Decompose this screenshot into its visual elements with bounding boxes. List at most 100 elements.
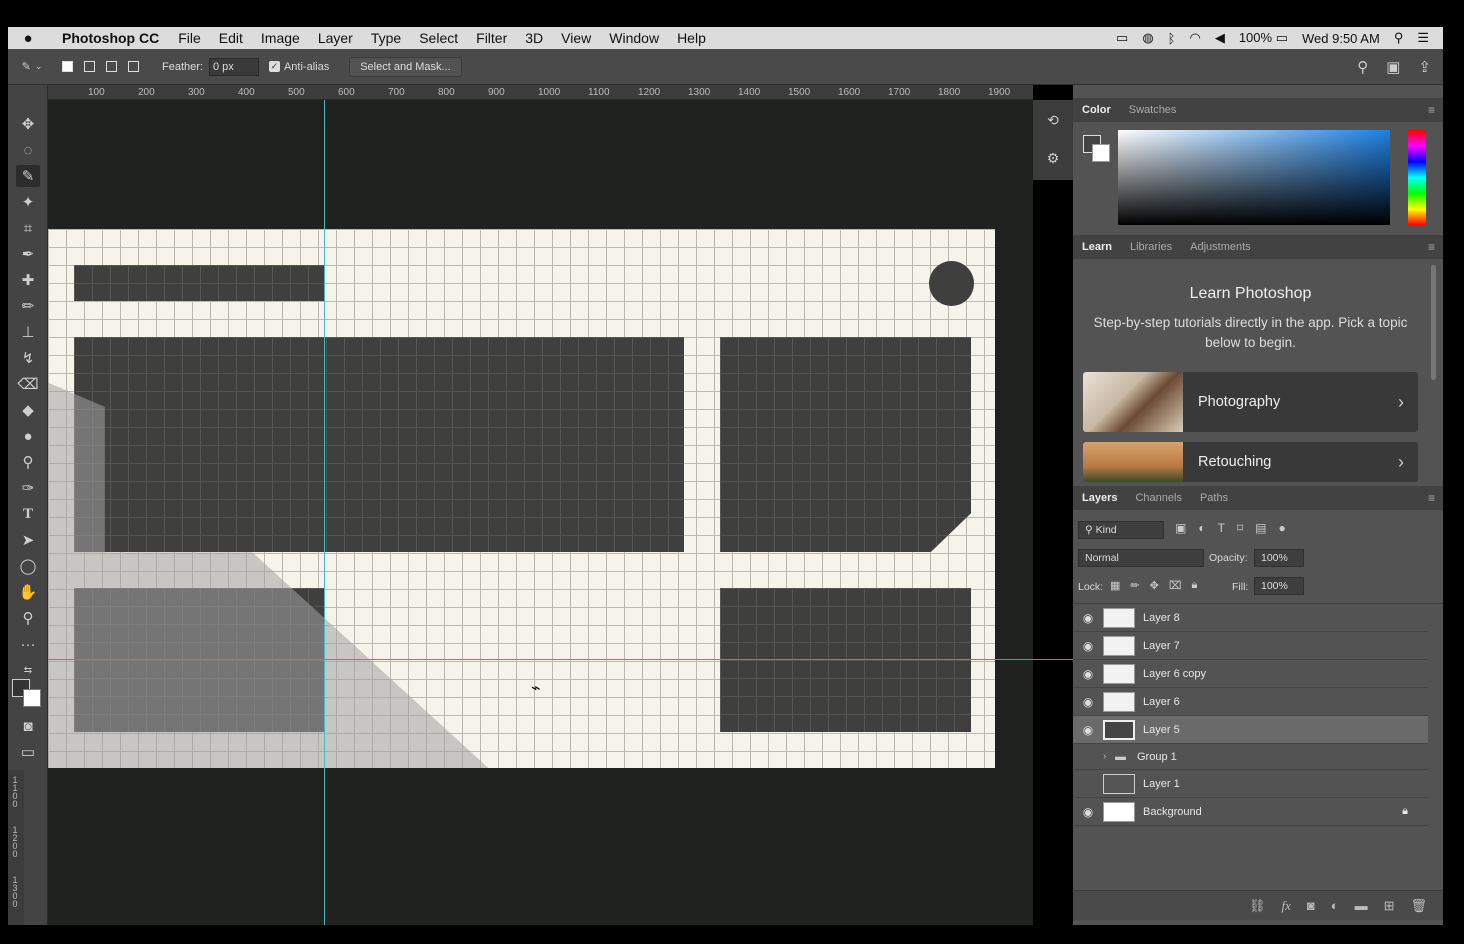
- adjustment-filter-icon[interactable]: ◐: [1198, 521, 1205, 535]
- color-picker-field[interactable]: [1118, 130, 1390, 225]
- panel-menu-icon[interactable]: ≡: [1428, 491, 1443, 505]
- document-canvas[interactable]: [48, 229, 995, 768]
- quick-mask-icon[interactable]: ◙: [16, 715, 40, 737]
- type-filter-icon[interactable]: T: [1218, 521, 1225, 535]
- layer-row[interactable]: ◉ Layer 8: [1073, 604, 1428, 632]
- marquee-tool-icon[interactable]: ◌: [16, 139, 40, 161]
- history-brush-tool-icon[interactable]: ↯: [16, 347, 40, 369]
- eye-icon[interactable]: ◉: [1073, 723, 1103, 737]
- workspace-icon[interactable]: ▣: [1386, 58, 1400, 76]
- lock-position-icon[interactable]: ✥: [1150, 579, 1159, 592]
- spotlight-search-icon[interactable]: ⚲: [1394, 30, 1404, 46]
- pixel-filter-icon[interactable]: ▣: [1175, 521, 1186, 535]
- menu-type[interactable]: Type: [362, 30, 410, 46]
- anti-alias-checkbox[interactable]: ✓ Anti-alias: [268, 61, 329, 73]
- lock-artboard-icon[interactable]: ⌧: [1169, 579, 1182, 592]
- fill-input[interactable]: 100%: [1254, 577, 1304, 595]
- menu-layer[interactable]: Layer: [309, 30, 362, 46]
- healing-brush-tool-icon[interactable]: ✚: [16, 269, 40, 291]
- path-selection-tool-icon[interactable]: ➤: [16, 529, 40, 551]
- smart-object-filter-icon[interactable]: ▤: [1255, 521, 1266, 535]
- menu-filter[interactable]: Filter: [467, 30, 516, 46]
- airplay-icon[interactable]: ▭: [1116, 30, 1128, 46]
- new-layer-icon[interactable]: ⊞: [1384, 898, 1395, 914]
- layer-row[interactable]: ◉ Layer 6 copy: [1073, 660, 1428, 688]
- intersect-selection-button[interactable]: [122, 56, 144, 78]
- tab-paths[interactable]: Paths: [1191, 492, 1237, 504]
- crop-tool-icon[interactable]: ⌗: [16, 217, 40, 239]
- history-panel-icon[interactable]: ⟲: [1041, 108, 1065, 132]
- menu-view[interactable]: View: [552, 30, 600, 46]
- notification-center-icon[interactable]: ☰: [1417, 30, 1429, 46]
- layer-row[interactable]: ◉ Layer 7: [1073, 632, 1428, 660]
- add-to-selection-button[interactable]: [78, 56, 100, 78]
- eyedropper-tool-icon[interactable]: ✒: [16, 243, 40, 265]
- select-and-mask-button[interactable]: Select and Mask...: [349, 56, 462, 77]
- new-selection-button[interactable]: [56, 56, 78, 78]
- layer-row[interactable]: ◉ Layer 6: [1073, 688, 1428, 716]
- magic-wand-tool-icon[interactable]: ✦: [16, 191, 40, 213]
- lock-pixels-icon[interactable]: ✏: [1130, 579, 1139, 592]
- link-layers-icon[interactable]: ⛓: [1249, 898, 1266, 914]
- clone-stamp-tool-icon[interactable]: ⊥: [16, 321, 40, 343]
- shape-filter-icon[interactable]: ⌑: [1237, 521, 1243, 535]
- search-icon[interactable]: ⚲: [1357, 58, 1368, 76]
- add-mask-icon[interactable]: ◙: [1307, 898, 1315, 913]
- blur-tool-icon[interactable]: ●: [16, 425, 40, 447]
- lasso-tool-icon[interactable]: ✎: [16, 165, 40, 187]
- tab-libraries[interactable]: Libraries: [1121, 241, 1181, 253]
- menu-help[interactable]: Help: [668, 30, 715, 46]
- trash-icon[interactable]: 🗑︎: [1410, 898, 1427, 914]
- chevron-right-icon[interactable]: ›: [1103, 751, 1115, 762]
- learn-card-photography[interactable]: Photography ›: [1083, 372, 1418, 432]
- panel-menu-icon[interactable]: ≡: [1428, 240, 1443, 254]
- fx-icon[interactable]: fx: [1281, 898, 1290, 914]
- hand-tool-icon[interactable]: ✋: [16, 581, 40, 603]
- paint-bucket-tool-icon[interactable]: ◆: [16, 399, 40, 421]
- ellipse-tool-icon[interactable]: ◯: [16, 555, 40, 577]
- adjustment-layer-icon[interactable]: ◐: [1331, 898, 1339, 913]
- horizontal-ruler[interactable]: 100 200 300 400 500 600 700 800 900 1000 1100 1200 1…: [48, 85, 1033, 100]
- dodge-tool-icon[interactable]: ⚲: [16, 451, 40, 473]
- tab-learn[interactable]: Learn: [1073, 241, 1121, 253]
- menu-edit[interactable]: Edit: [210, 30, 252, 46]
- layer-row[interactable]: ◉ Background 🔒︎: [1073, 798, 1428, 826]
- swap-colors-icon[interactable]: ⇆: [16, 659, 40, 681]
- properties-panel-icon[interactable]: ⚙: [1041, 146, 1065, 170]
- type-tool-icon[interactable]: T: [16, 503, 40, 525]
- vertical-ruler[interactable]: 1 1 0 0 1 2 0 0 1 3 0 0: [8, 770, 24, 925]
- menu-select[interactable]: Select: [410, 30, 467, 46]
- tab-layers[interactable]: Layers: [1073, 492, 1126, 504]
- background-swatch[interactable]: [1092, 144, 1110, 162]
- screen-mode-icon[interactable]: ▭: [16, 741, 40, 763]
- eraser-tool-icon[interactable]: ⌫: [16, 373, 40, 395]
- filter-toggle-icon[interactable]: ●: [1278, 521, 1285, 535]
- menu-app-name[interactable]: Photoshop CC: [48, 30, 169, 46]
- move-tool-icon[interactable]: ✥: [16, 113, 40, 135]
- tab-color[interactable]: Color: [1073, 104, 1120, 116]
- more-tools-icon[interactable]: ···: [16, 633, 40, 655]
- panel-menu-icon[interactable]: ≡: [1428, 103, 1443, 117]
- bluetooth-icon[interactable]: ᛒ: [1168, 31, 1176, 46]
- lock-all-icon[interactable]: 🔒︎: [1192, 579, 1198, 592]
- menu-window[interactable]: Window: [600, 30, 668, 46]
- vertical-guide[interactable]: [324, 100, 325, 925]
- hue-slider[interactable]: [1408, 130, 1426, 225]
- wifi-icon[interactable]: ◠: [1189, 30, 1200, 46]
- new-group-icon[interactable]: ▬: [1355, 898, 1368, 913]
- eye-icon[interactable]: ◉: [1073, 639, 1103, 653]
- blend-mode-select[interactable]: Normal: [1078, 549, 1204, 567]
- feather-input[interactable]: [208, 57, 259, 76]
- battery-status[interactable]: 100% ▭: [1239, 30, 1288, 46]
- pen-tool-icon[interactable]: ✑: [16, 477, 40, 499]
- eye-icon[interactable]: ◉: [1073, 695, 1103, 709]
- clock[interactable]: Wed 9:50 AM: [1302, 31, 1380, 46]
- subtract-from-selection-button[interactable]: [100, 56, 122, 78]
- eye-icon[interactable]: ◉: [1073, 805, 1103, 819]
- tab-swatches[interactable]: Swatches: [1120, 104, 1186, 116]
- layer-row[interactable]: Layer 1: [1073, 770, 1428, 798]
- globe-icon[interactable]: ◍: [1142, 30, 1153, 46]
- learn-card-retouching[interactable]: Retouching ›: [1083, 442, 1418, 482]
- menu-file[interactable]: File: [169, 30, 210, 46]
- group-row[interactable]: › ▬ Group 1: [1073, 744, 1428, 770]
